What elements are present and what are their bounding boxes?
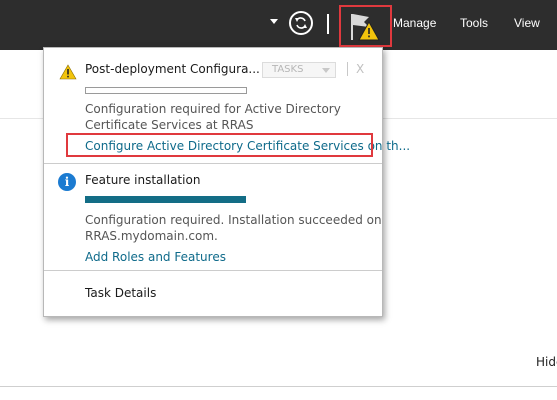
notification-divider bbox=[44, 163, 382, 164]
notification-title: Feature installation bbox=[85, 173, 201, 187]
info-icon: i bbox=[58, 173, 76, 191]
menu-view[interactable]: View bbox=[514, 16, 540, 30]
progress-bar-empty bbox=[85, 87, 247, 94]
notification-divider bbox=[44, 270, 382, 271]
popup-separator bbox=[347, 62, 348, 76]
notifications-popup: Post-deployment Configura... TASKS X Con… bbox=[43, 47, 410, 317]
tasks-dropdown[interactable]: TASKS bbox=[262, 62, 336, 78]
add-roles-features-link[interactable]: Add Roles and Features bbox=[85, 250, 226, 264]
bottom-divider bbox=[0, 386, 557, 387]
task-details-link[interactable]: Task Details bbox=[85, 286, 156, 300]
highlight-box bbox=[66, 133, 373, 157]
notifications-flag-button[interactable] bbox=[339, 5, 392, 47]
refresh-icon[interactable] bbox=[289, 11, 313, 35]
notification-title: Post-deployment Configura... bbox=[85, 62, 260, 76]
hide-link[interactable]: Hide bbox=[536, 355, 557, 369]
notification-message: RRAS.mydomain.com. bbox=[85, 229, 218, 243]
notification-message: Certificate Services at RRAS bbox=[85, 118, 254, 132]
tasks-label: TASKS bbox=[272, 64, 304, 75]
dropdown-caret-icon[interactable] bbox=[270, 19, 278, 24]
menu-manage[interactable]: Manage bbox=[393, 16, 436, 30]
toolbar-separator bbox=[327, 14, 329, 34]
warning-icon bbox=[59, 64, 77, 80]
progress-bar-complete bbox=[85, 196, 246, 203]
tasks-caret-icon bbox=[322, 68, 330, 73]
close-icon[interactable]: X bbox=[356, 62, 364, 76]
server-manager-toolbar: Manage Tools View bbox=[0, 0, 557, 50]
notification-message: Configuration required for Active Direct… bbox=[85, 102, 341, 116]
notification-message: Configuration required. Installation suc… bbox=[85, 213, 382, 227]
menu-tools[interactable]: Tools bbox=[460, 16, 488, 30]
